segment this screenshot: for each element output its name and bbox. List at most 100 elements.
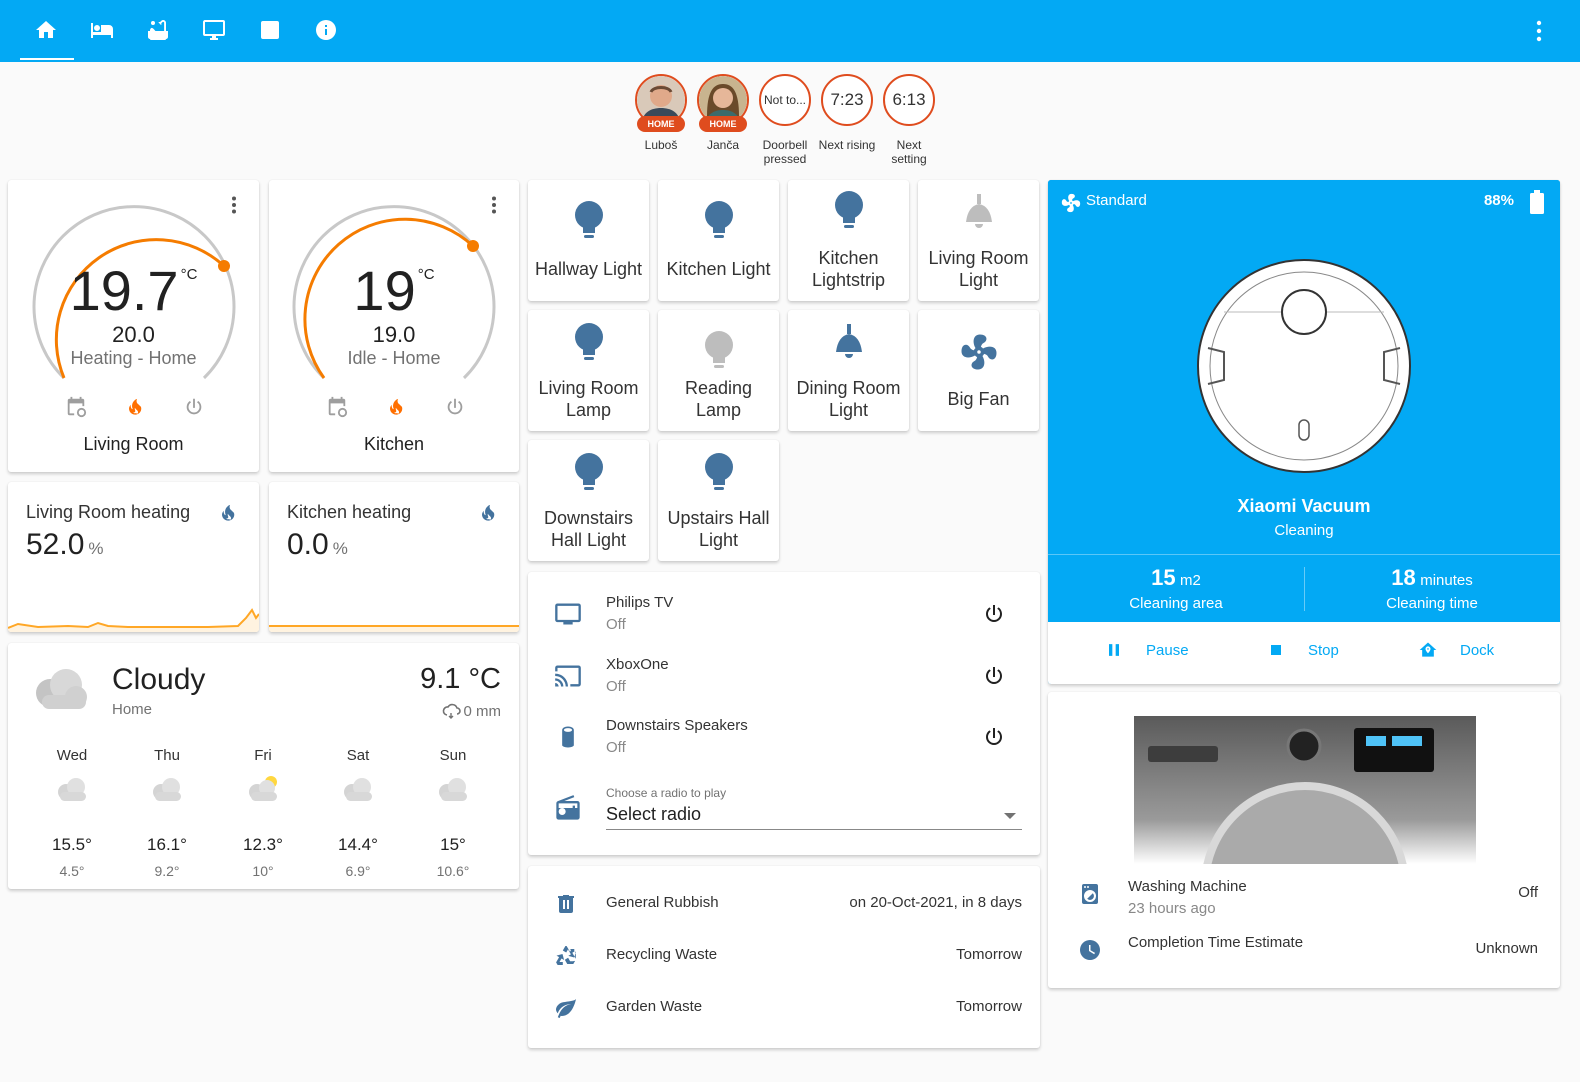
media-row-xboxone[interactable]: XboxOne Off [548, 654, 1022, 698]
stat-value: 18 [1391, 565, 1416, 590]
radio-select-label: Choose a radio to play [606, 786, 727, 800]
light-name: Hallway Light [534, 259, 643, 279]
fire-icon[interactable] [124, 396, 146, 418]
stat-unit: minutes [1420, 572, 1473, 589]
waste-row-general[interactable]: General Rubbish on 20-Oct-2021, in 8 day… [554, 890, 1022, 920]
washer-name: Washing Machine [1128, 878, 1247, 895]
weather-temperature: 9.1 °C [420, 663, 501, 695]
pause-button[interactable]: Pause [1104, 640, 1189, 660]
vacuum-name: Xiaomi Vacuum [1237, 496, 1371, 516]
light-name: Reading Lamp [684, 378, 753, 420]
bulb-icon [575, 323, 603, 360]
media-name: Downstairs Speakers [606, 717, 748, 734]
dots-vertical-icon[interactable] [1534, 20, 1544, 42]
image-icon [261, 21, 279, 39]
dots-vertical-icon[interactable] [231, 196, 237, 214]
sensor-unit: % [88, 539, 104, 558]
sensor-card-kitchen-heating[interactable]: Kitchen heating 0.0% [269, 482, 519, 632]
dock-button[interactable]: Dock [1418, 640, 1494, 660]
thermostat-card-living-room: 19.7 °C 20.0 Heating - Home Living Room [8, 180, 259, 472]
washer-state-row[interactable]: Washing Machine 23 hours ago Off [1078, 874, 1538, 918]
tab-media[interactable] [194, 10, 234, 50]
stop-icon [1271, 645, 1281, 655]
badge-person-janca[interactable]: HOME Janča [692, 74, 754, 152]
fire-icon [482, 504, 495, 521]
forecast-day-name: Sat [346, 747, 370, 764]
current-temperature: 19.7 °C [8, 258, 259, 323]
light-name: Living Room Light [928, 248, 1029, 290]
fire-icon[interactable] [385, 396, 407, 418]
sensor-unit: % [332, 539, 348, 558]
light-tile-dining-room[interactable]: Dining Room Light [788, 310, 909, 431]
waste-row-garden[interactable]: Garden Waste Tomorrow [554, 994, 1022, 1024]
light-tile-living-room-lamp[interactable]: Living Room Lamp [528, 310, 649, 431]
forecast-low: 9.2° [154, 863, 180, 879]
badge-person-lubos[interactable]: HOME Luboš [630, 74, 692, 152]
badge-value: Not to... [759, 74, 811, 126]
bulb-icon [705, 453, 733, 490]
badge-doorbell[interactable]: Not to... Doorbell pressed [754, 74, 816, 166]
tab-bathroom[interactable] [138, 10, 178, 50]
weather-forecast-card[interactable]: Cloudy Home 9.1 °C 0 mm Wed 15.5° 4.5° T… [8, 643, 519, 889]
power-icon[interactable] [982, 602, 1006, 626]
washer-estimate-row[interactable]: Completion Time Estimate Unknown [1078, 930, 1538, 974]
forecast-day: Wed 15.5° 4.5° [42, 747, 102, 879]
media-state: Off [606, 739, 626, 756]
info-icon [316, 20, 336, 40]
light-tile-kitchen-lightstrip[interactable]: Kitchen Lightstrip [788, 180, 909, 301]
media-row-philips-tv[interactable]: Philips TV Off [548, 592, 1022, 636]
estimate-label: Completion Time Estimate [1128, 934, 1304, 951]
temperature-unit: °C [417, 266, 435, 283]
light-tile-upstairs-hall[interactable]: Upstairs Hall Light [658, 440, 779, 561]
stat-value: 15 [1151, 565, 1176, 590]
washer-state: Off [1518, 884, 1538, 901]
badge-next-rising[interactable]: 7:23 Next rising [816, 74, 878, 152]
waste-name: General Rubbish [606, 894, 719, 911]
radio-icon [556, 795, 580, 820]
vacuum-fan-mode[interactable]: Standard [1086, 192, 1147, 209]
tab-info[interactable] [306, 10, 346, 50]
forecast-low: 10° [252, 863, 274, 879]
light-tile-kitchen[interactable]: Kitchen Light [658, 180, 779, 301]
power-icon[interactable] [183, 396, 205, 418]
radio-select[interactable]: Select radio [606, 804, 1022, 830]
light-tile-living-room-light[interactable]: Living Room Light [918, 180, 1039, 301]
light-name: Living Room Lamp [538, 378, 639, 420]
bathtub-icon [148, 20, 168, 40]
media-players-card: Philips TV Off XboxOne Off Downstairs Sp… [528, 572, 1040, 855]
sensor-history-graph [8, 608, 259, 632]
power-icon[interactable] [444, 396, 466, 418]
sensor-history-graph [269, 625, 519, 632]
light-tile-hallway[interactable]: Hallway Light [528, 180, 649, 301]
stat-label: Cleaning time [1386, 595, 1478, 612]
power-icon[interactable] [982, 725, 1006, 749]
tab-pictures[interactable] [250, 10, 290, 50]
tab-bedroom[interactable] [82, 10, 122, 50]
forecast-day: Thu 16.1° 9.2° [137, 747, 197, 879]
light-tile-reading-lamp[interactable]: Reading Lamp [658, 310, 779, 431]
washer-last-changed: 23 hours ago [1128, 900, 1216, 917]
stop-button[interactable]: Stop [1266, 640, 1339, 660]
forecast-high: 14.4° [338, 835, 378, 854]
calendar-sync-icon[interactable] [326, 396, 348, 418]
calendar-sync-icon[interactable] [65, 396, 87, 418]
media-name: Philips TV [606, 594, 674, 611]
sensor-card-living-room-heating[interactable]: Living Room heating 52.0% [8, 482, 259, 632]
vacuum-header: Standard 88% Xiaomi Vacuum Cleaning 15 m… [1048, 180, 1560, 622]
cloudy-icon [439, 778, 467, 801]
dots-vertical-icon[interactable] [491, 196, 497, 214]
target-temperature: 20.0 [112, 322, 155, 347]
sensor-value-number: 0.0 [287, 528, 329, 561]
light-name: Upstairs Hall Light [667, 508, 770, 550]
media-row-downstairs-speakers[interactable]: Downstairs Speakers Off [548, 715, 1022, 759]
waste-row-recycling[interactable]: Recycling Waste Tomorrow [554, 942, 1022, 972]
tab-home[interactable] [26, 10, 66, 50]
light-tile-big-fan[interactable]: Big Fan [918, 310, 1039, 431]
badge-next-setting[interactable]: 6:13 Next setting [878, 74, 940, 166]
badge-row: HOME Luboš HOME Janča Not to... Doorbell… [630, 74, 950, 174]
top-app-bar [0, 0, 1580, 62]
light-tile-downstairs-hall[interactable]: Downstairs Hall Light [528, 440, 649, 561]
dial-handle[interactable] [467, 240, 479, 252]
waste-date: Tomorrow [956, 946, 1022, 963]
power-icon[interactable] [982, 664, 1006, 688]
